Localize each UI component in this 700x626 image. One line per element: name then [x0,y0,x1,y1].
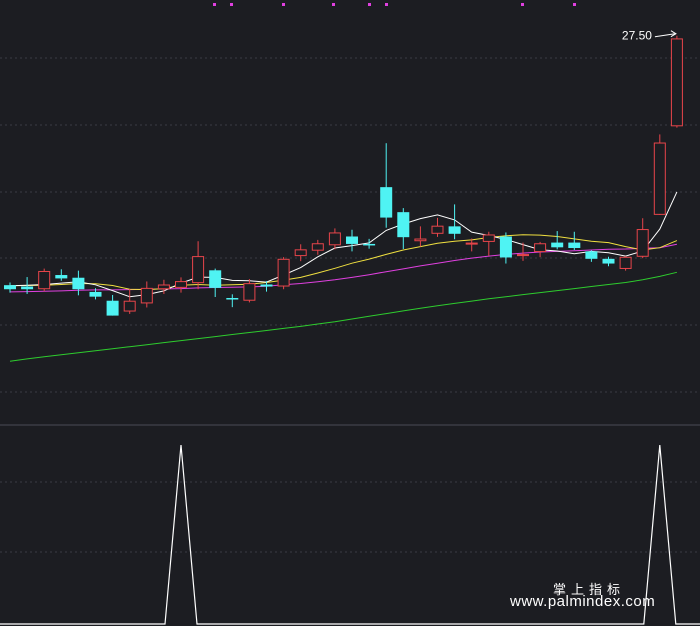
candle [4,282,16,293]
candle-body [346,236,358,244]
candle [482,231,495,256]
top-marker [521,3,524,6]
candle [397,208,410,250]
candle-body [431,225,444,234]
candle [380,143,393,228]
candle [140,281,153,308]
top-marker [368,3,371,6]
candle [106,294,119,316]
candle-body [534,243,547,253]
candle-body [175,281,187,288]
candle-body [260,284,273,287]
candle [192,241,205,290]
candle [38,268,51,292]
candle [431,217,444,237]
candle-body [226,298,239,300]
candle [448,204,461,240]
candle-body [21,286,34,290]
candle-body [363,243,376,246]
candle [311,239,324,255]
candle [226,294,239,308]
candle [55,269,68,281]
candle-body [653,142,666,215]
grid-lines [0,57,700,553]
candle [619,256,632,271]
top-marker [213,3,216,6]
candle [568,231,581,251]
candle [499,232,512,264]
top-markers [213,3,576,6]
chart-svg: 27.50 [0,3,700,625]
top-marker [332,3,335,6]
candle-body [380,187,393,218]
candle [175,277,187,293]
candle [209,268,222,298]
candle-body [140,287,153,304]
candle-body [499,236,512,258]
candle-body [38,270,51,290]
candle-body [585,251,598,259]
candle-body [294,249,307,257]
candle [534,241,547,258]
candle [414,226,427,247]
candle [123,288,136,314]
candle-body [619,256,632,269]
candle [277,257,290,290]
candle-body [670,38,683,127]
candle [636,218,649,259]
candle [551,231,564,250]
candle-body [123,300,136,312]
candle [670,35,683,128]
top-marker [573,3,576,6]
candle-body [602,258,615,264]
candle-body [277,258,290,287]
candle-body [72,277,85,290]
candle-body [465,242,478,245]
candle-body [157,284,170,290]
candle [243,279,256,303]
candle [602,256,615,267]
top-marker [282,3,285,6]
peak-price-label: 27.50 [622,29,652,43]
candle-body [448,226,461,234]
candle-body [414,238,427,242]
candle-body [209,270,222,288]
candle [294,244,307,262]
candle-body [517,254,529,257]
candle [346,229,358,252]
candle [328,228,341,250]
candle [72,270,85,296]
candle-body [106,300,119,316]
candles [4,35,683,316]
kline-chart-panel: 27.50 掌上指标 www.palmindex.com [0,0,700,626]
top-marker [230,3,233,6]
candle-body [4,285,16,290]
candle-body [311,243,324,251]
top-marker [385,3,388,6]
candle-body [636,229,649,257]
candle [585,250,598,262]
candle-body [89,291,102,297]
candle-body [55,275,68,279]
candle-body [482,234,495,242]
candle-body [328,232,341,246]
candle-body [243,283,256,301]
candle-body [568,242,581,248]
candle [653,134,666,215]
candle-body [192,256,205,284]
candle-body [397,212,410,238]
candle-body [551,242,564,248]
watermark-url: www.palmindex.com [510,593,656,610]
